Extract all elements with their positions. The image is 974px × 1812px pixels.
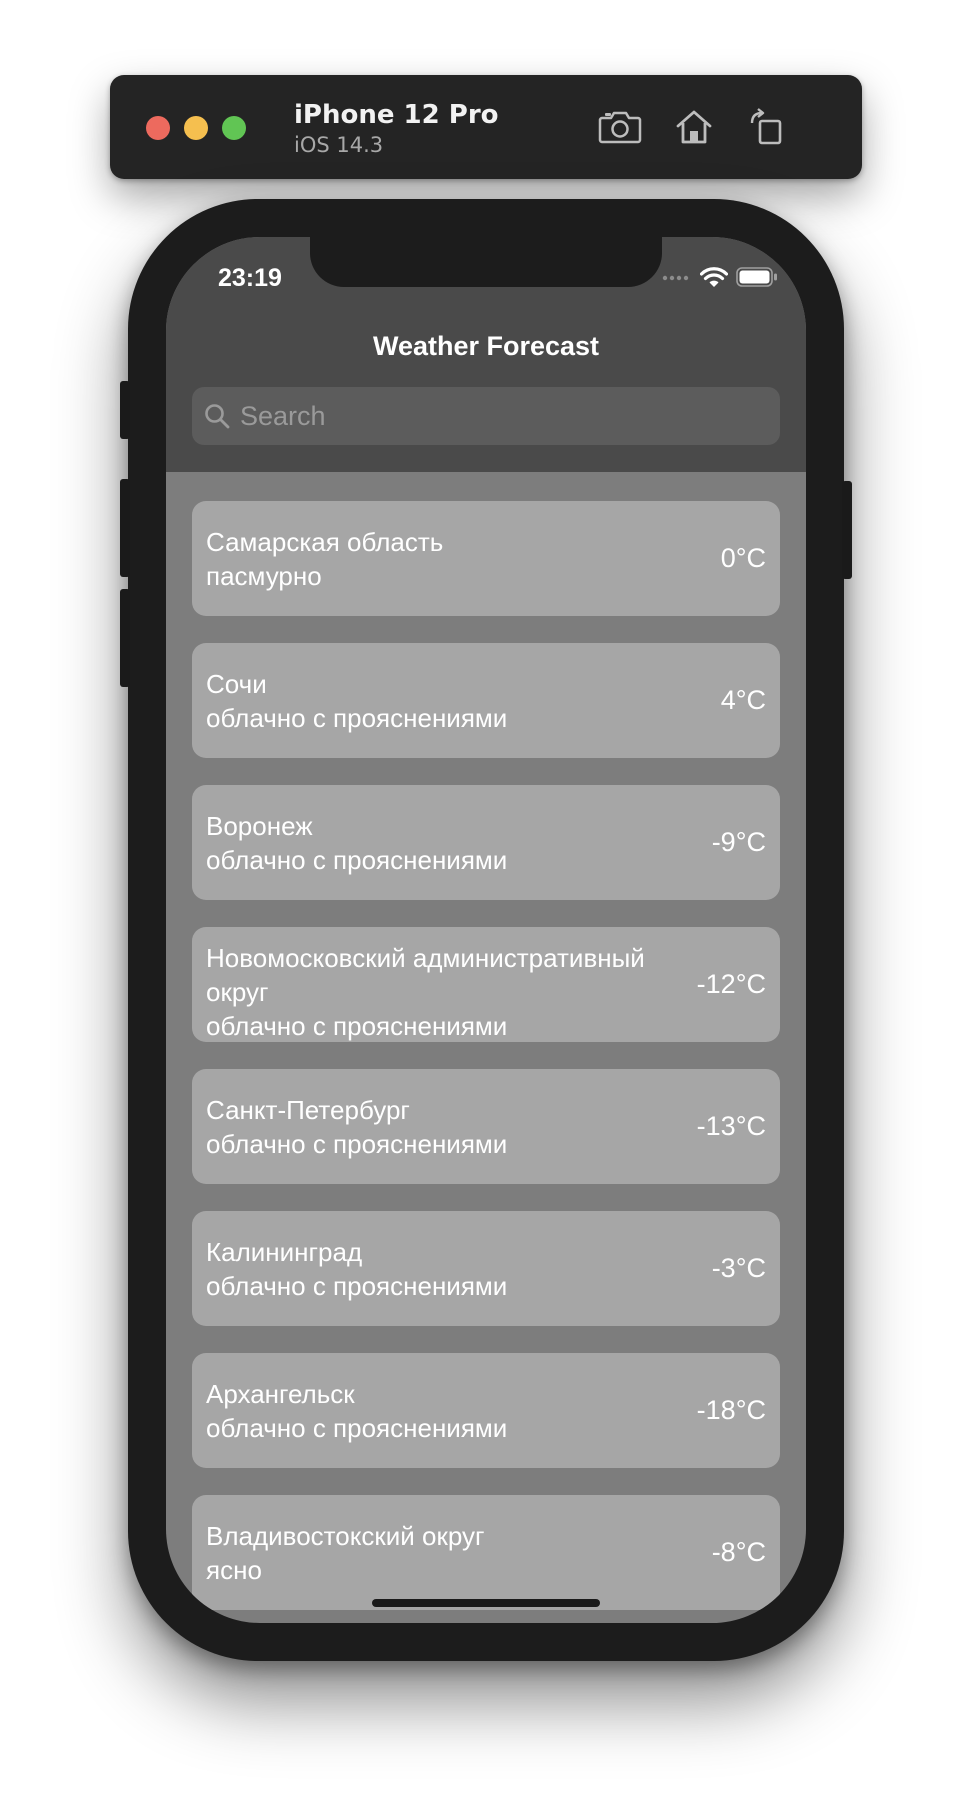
notch <box>310 237 662 287</box>
city-name: Новомосковский административный округ <box>206 943 645 1007</box>
status-time: 23:19 <box>218 264 282 292</box>
city-name: Сочи <box>206 668 267 699</box>
forecast-card[interactable]: Воронеж облачно с прояснениями -9°C <box>192 785 780 900</box>
forecast-card[interactable]: Сочи облачно с прояснениями 4°C <box>192 643 780 758</box>
temperature: -8°C <box>711 1537 766 1567</box>
forecast-card[interactable]: Самарская область пасмурно 0°C <box>192 501 780 616</box>
home-icon <box>676 110 712 144</box>
device-name: iPhone 12 Pro <box>294 100 499 130</box>
status-icons <box>662 266 778 288</box>
forecast-card[interactable]: Санкт-Петербург облачно с прояснениями -13… <box>192 1069 780 1184</box>
iphone-frame: 23:19 Weather Forecast Search Самарская … <box>120 199 852 1661</box>
city-name: Калининград <box>206 1236 363 1267</box>
search-bar[interactable] <box>192 387 780 445</box>
rotate-icon <box>750 108 782 145</box>
minimize-window-button[interactable] <box>184 116 208 140</box>
temperature: -18°C <box>696 1395 766 1425</box>
city-name: Самарская область <box>206 526 444 557</box>
forecast-card[interactable]: Новомосковский административный округ обл… <box>192 927 780 1042</box>
home-button[interactable] <box>668 101 720 153</box>
power-button[interactable] <box>842 481 852 579</box>
weather-condition: облачно с прояснениями <box>206 1011 508 1041</box>
temperature: -3°C <box>711 1253 766 1283</box>
search-icon <box>205 404 230 429</box>
cellular-signal-icon <box>662 275 689 281</box>
forecast-card-info: Новомосковский административный округ обл… <box>206 927 646 1042</box>
forecast-card-info: Архангельск облачно с прояснениями <box>206 1353 646 1468</box>
forecast-card-info: Владивостокский округ ясно <box>206 1495 646 1610</box>
city-name: Архангельск <box>206 1378 355 1409</box>
weather-condition: облачно с прояснениями <box>206 1128 508 1159</box>
city-name: Воронеж <box>206 810 313 841</box>
forecast-card-info: Самарская область пасмурно <box>206 501 646 616</box>
weather-condition: облачно с прояснениями <box>206 1270 508 1301</box>
volume-down-button[interactable] <box>120 589 130 687</box>
camera-icon <box>598 111 642 144</box>
mute-switch[interactable] <box>120 381 130 439</box>
zoom-window-button[interactable] <box>222 116 246 140</box>
page-title: Weather Forecast <box>372 331 600 361</box>
home-indicator[interactable] <box>372 1599 600 1607</box>
close-window-button[interactable] <box>146 116 170 140</box>
weather-condition: ясно <box>206 1554 262 1585</box>
temperature: 0°C <box>720 543 766 573</box>
forecast-card[interactable]: Владивостокский округ ясно -8°C <box>192 1495 780 1610</box>
os-version: iOS 14.3 <box>294 133 384 157</box>
temperature: -13°C <box>696 1111 766 1141</box>
weather-condition: облачно с прояснениями <box>206 1412 508 1443</box>
phone-screen: 23:19 Weather Forecast Search Самарская … <box>166 237 806 1623</box>
simulator-title-bar: iPhone 12 Pro iOS 14.3 <box>110 75 862 179</box>
navigation-header: 23:19 Weather Forecast Search <box>166 237 806 472</box>
forecast-card-info: Воронеж облачно с прояснениями <box>206 785 646 900</box>
forecast-card-info: Калининград облачно с прояснениями <box>206 1211 646 1326</box>
temperature: 4°C <box>720 685 766 715</box>
search-input[interactable] <box>238 399 780 433</box>
wifi-icon <box>700 267 728 287</box>
forecast-card[interactable]: Калининград облачно с прояснениями -3°C <box>192 1211 780 1326</box>
volume-up-button[interactable] <box>120 479 130 577</box>
city-name: Владивостокский округ <box>206 1520 485 1551</box>
city-name: Санкт-Петербург <box>206 1094 410 1125</box>
forecast-card-info: Сочи облачно с прояснениями <box>206 643 646 758</box>
forecast-card-info: Санкт-Петербург облачно с прояснениями <box>206 1069 646 1184</box>
rotate-button[interactable] <box>740 101 792 153</box>
weather-condition: облачно с прояснениями <box>206 844 508 875</box>
forecast-list[interactable]: Самарская область пасмурно 0°C Сочи облачно … <box>192 501 780 1623</box>
temperature: -12°C <box>696 969 766 999</box>
battery-icon <box>736 267 777 287</box>
weather-condition: пасмурно <box>206 560 322 591</box>
weather-condition: облачно с прояснениями <box>206 702 508 733</box>
temperature: -9°C <box>711 827 766 857</box>
screenshot-button[interactable] <box>594 101 646 153</box>
forecast-card[interactable]: Архангельск облачно с прояснениями -18°C <box>192 1353 780 1468</box>
